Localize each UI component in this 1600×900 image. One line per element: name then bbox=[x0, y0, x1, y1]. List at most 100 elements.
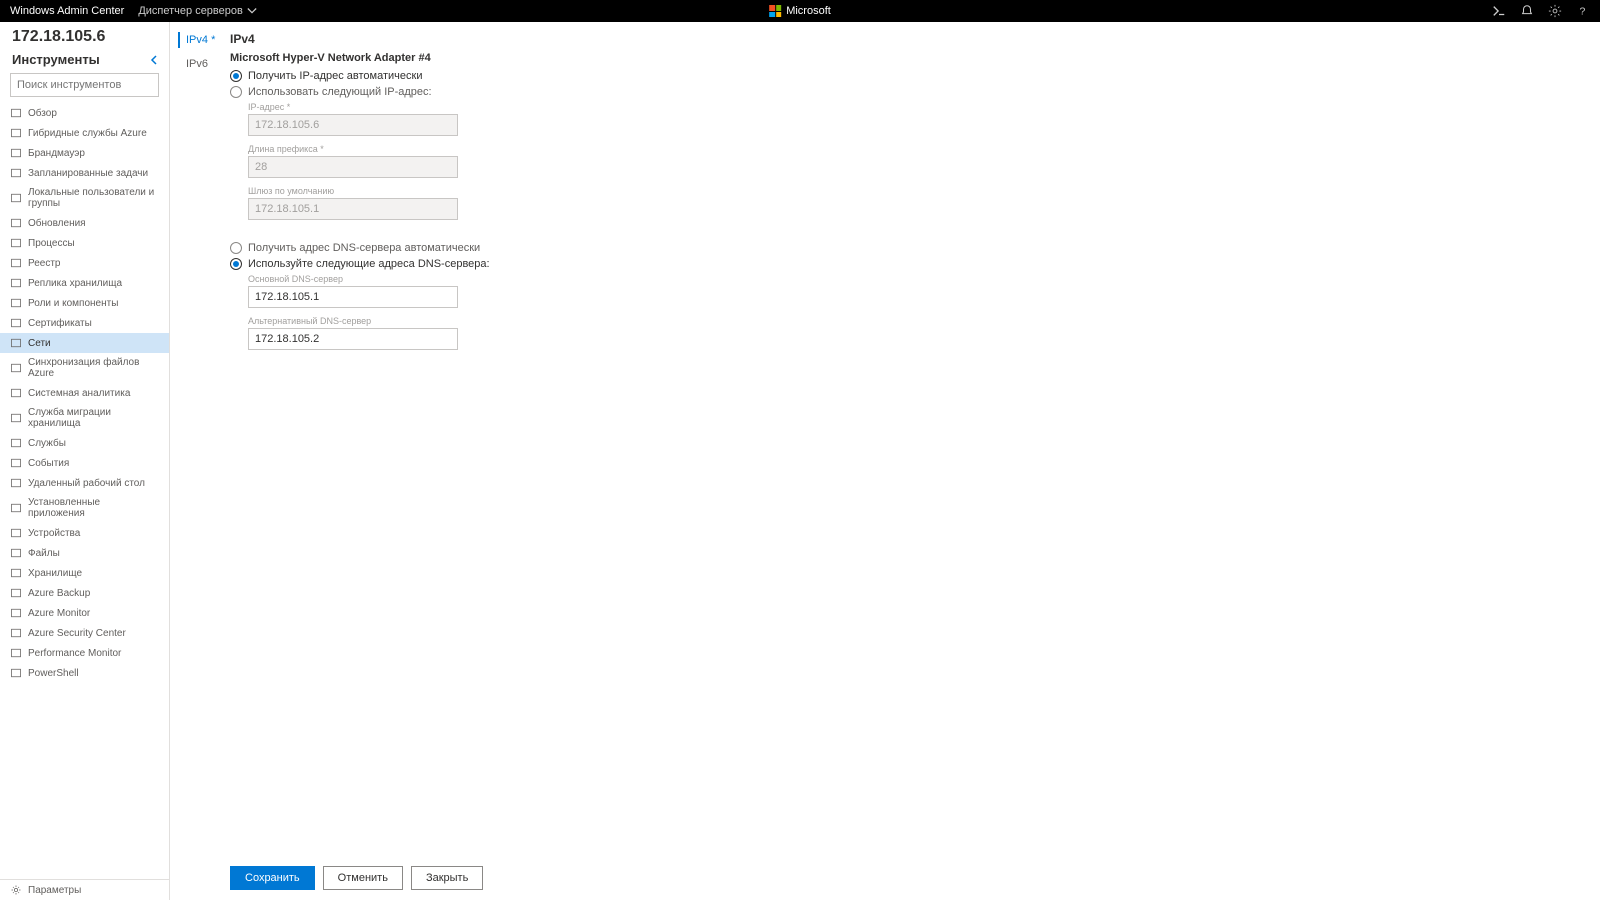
section-title: IPv4 bbox=[230, 32, 1586, 46]
sidebar-item-label: Синхронизация файлов Azure bbox=[28, 357, 159, 379]
brand-label: Microsoft bbox=[786, 5, 831, 17]
sidebar-item-label: Параметры bbox=[28, 885, 81, 896]
sidebar-item[interactable]: Обновления bbox=[0, 213, 169, 233]
tool-icon bbox=[10, 567, 22, 579]
sidebar-item[interactable]: Роли и компоненты bbox=[0, 293, 169, 313]
sidebar-item[interactable]: Azure Security Center bbox=[0, 623, 169, 643]
sidebar-item[interactable]: Службы bbox=[0, 433, 169, 453]
tool-icon bbox=[10, 317, 22, 329]
sidebar-item-label: Удаленный рабочий стол bbox=[28, 478, 145, 489]
gear-icon[interactable] bbox=[1548, 4, 1562, 18]
search-input[interactable] bbox=[17, 79, 159, 91]
sidebar-item-label: Azure Monitor bbox=[28, 608, 90, 619]
sidebar-item-label: Обзор bbox=[28, 108, 57, 119]
sidebar-item[interactable]: PowerShell bbox=[0, 663, 169, 683]
app-name[interactable]: Windows Admin Center bbox=[10, 5, 124, 17]
chevron-left-icon[interactable] bbox=[149, 55, 159, 65]
sidebar-item[interactable]: Сертификаты bbox=[0, 313, 169, 333]
sidebar-item[interactable]: Performance Monitor bbox=[0, 643, 169, 663]
gear-icon bbox=[10, 884, 22, 896]
tool-icon bbox=[10, 547, 22, 559]
sidebar-item[interactable]: Устройства bbox=[0, 523, 169, 543]
save-button[interactable]: Сохранить bbox=[230, 866, 315, 890]
dns-alt-input[interactable] bbox=[248, 328, 458, 350]
tool-icon bbox=[10, 337, 22, 349]
tab-ipv4[interactable]: IPv4 * bbox=[178, 32, 230, 48]
radio-ip-auto[interactable]: Получить IP-адрес автоматически bbox=[230, 70, 1586, 82]
sidebar-item[interactable]: Установленные приложения bbox=[0, 493, 169, 523]
radio-ip-manual[interactable]: Использовать следующий IP-адрес: bbox=[230, 86, 1586, 98]
sidebar-item-label: Реестр bbox=[28, 258, 61, 269]
sidebar-item[interactable]: Удаленный рабочий стол bbox=[0, 473, 169, 493]
dns-alt-label: Альтернативный DNS-сервер bbox=[248, 316, 1586, 326]
sidebar-item[interactable]: Обзор bbox=[0, 103, 169, 123]
gateway-input bbox=[248, 198, 458, 220]
sidebar-item[interactable]: Сети bbox=[0, 333, 169, 353]
tool-icon bbox=[10, 527, 22, 539]
sidebar-item[interactable]: Файлы bbox=[0, 543, 169, 563]
tool-icon bbox=[10, 147, 22, 159]
sidebar-item[interactable]: Локальные пользователи и группы bbox=[0, 183, 169, 213]
sidebar-item[interactable]: Реестр bbox=[0, 253, 169, 273]
sidebar-item-label: Установленные приложения bbox=[28, 497, 159, 519]
context-dropdown[interactable]: Диспетчер серверов bbox=[138, 5, 257, 17]
tool-icon bbox=[10, 192, 22, 204]
sidebar-item-label: Роли и компоненты bbox=[28, 298, 118, 309]
sidebar-item[interactable]: Реплика хранилища bbox=[0, 273, 169, 293]
svg-text:?: ? bbox=[1580, 6, 1586, 18]
tools-list: Обзор Гибридные службы Azure Брандмауэр Зап… bbox=[0, 103, 169, 879]
radio-dns-manual[interactable]: Используйте следующие адреса DNS-сервера… bbox=[230, 258, 1586, 270]
cancel-button[interactable]: Отменить bbox=[323, 866, 403, 890]
tab-ipv6[interactable]: IPv6 bbox=[178, 56, 230, 72]
sidebar-item-label: Хранилище bbox=[28, 568, 82, 579]
sidebar-item-label: Процессы bbox=[28, 238, 75, 249]
sidebar-item-label: Performance Monitor bbox=[28, 648, 121, 659]
tool-icon bbox=[10, 257, 22, 269]
left-column: 172.18.105.6 Инструменты ОбзорГибридные … bbox=[0, 22, 170, 900]
sidebar-item-label: Сети bbox=[28, 338, 51, 349]
sidebar-item[interactable]: Запланированные задачи bbox=[0, 163, 169, 183]
sidebar-item[interactable]: События bbox=[0, 453, 169, 473]
prefix-label: Длина префикса * bbox=[248, 144, 1586, 154]
chevron-down-icon bbox=[247, 6, 257, 16]
sidebar-item-settings[interactable]: Параметры bbox=[0, 879, 169, 900]
top-bar: Windows Admin Center Диспетчер серверов … bbox=[0, 0, 1600, 22]
tools-search[interactable] bbox=[10, 73, 159, 97]
close-button[interactable]: Закрыть bbox=[411, 866, 483, 890]
tool-icon bbox=[10, 437, 22, 449]
ip-tabs: IPv4 * IPv6 bbox=[170, 22, 230, 900]
help-icon[interactable]: ? bbox=[1576, 4, 1590, 18]
prefix-input bbox=[248, 156, 458, 178]
server-name: 172.18.105.6 bbox=[0, 22, 169, 48]
ip-label: IP-адрес * bbox=[248, 102, 1586, 112]
sidebar-item-label: Локальные пользователи и группы bbox=[28, 187, 159, 209]
context-label: Диспетчер серверов bbox=[138, 5, 243, 17]
radio-label: Используйте следующие адреса DNS-сервера… bbox=[248, 258, 490, 270]
radio-dns-auto[interactable]: Получить адрес DNS-сервера автоматически bbox=[230, 242, 1586, 254]
tool-icon bbox=[10, 587, 22, 599]
sidebar-item[interactable]: Системная аналитика bbox=[0, 383, 169, 403]
sidebar-item-label: Брандмауэр bbox=[28, 148, 85, 159]
sidebar-item[interactable]: Служба миграции хранилища bbox=[0, 403, 169, 433]
sidebar-item-label: События bbox=[28, 458, 69, 469]
sidebar-item-label: Служба миграции хранилища bbox=[28, 407, 159, 429]
sidebar-item[interactable]: Azure Backup bbox=[0, 583, 169, 603]
tool-icon bbox=[10, 362, 22, 374]
tool-icon bbox=[10, 277, 22, 289]
sidebar-item-label: Файлы bbox=[28, 548, 60, 559]
sidebar-item-label: Сертификаты bbox=[28, 318, 92, 329]
tool-icon bbox=[10, 667, 22, 679]
notifications-icon[interactable] bbox=[1520, 4, 1534, 18]
powershell-icon[interactable] bbox=[1492, 4, 1506, 18]
sidebar-item[interactable]: Брандмауэр bbox=[0, 143, 169, 163]
sidebar-item[interactable]: Синхронизация файлов Azure bbox=[0, 353, 169, 383]
sidebar-item[interactable]: Процессы bbox=[0, 233, 169, 253]
dns-primary-input[interactable] bbox=[248, 286, 458, 308]
sidebar-item[interactable]: Azure Monitor bbox=[0, 603, 169, 623]
tool-icon bbox=[10, 477, 22, 489]
tool-icon bbox=[10, 237, 22, 249]
sidebar-item[interactable]: Хранилище bbox=[0, 563, 169, 583]
tool-icon bbox=[10, 502, 22, 514]
sidebar-item[interactable]: Гибридные службы Azure bbox=[0, 123, 169, 143]
sidebar-item-label: Запланированные задачи bbox=[28, 168, 148, 179]
